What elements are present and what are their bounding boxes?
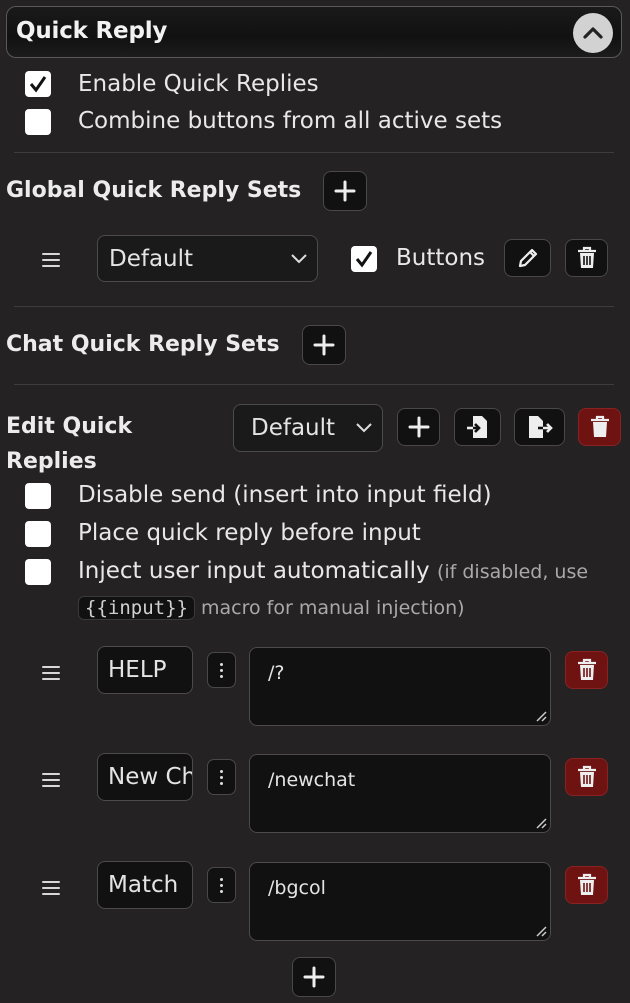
inject-hint-line2: {{input}} macro for manual injection): [78, 596, 465, 620]
plus-icon: [334, 180, 356, 202]
global-set-select[interactable]: Default: [97, 235, 318, 282]
combine-buttons-label: Combine buttons from all active sets: [78, 108, 503, 134]
delete-reply-button[interactable]: [565, 651, 608, 689]
panel-title: Quick Reply: [16, 18, 168, 44]
disable-send-checkbox[interactable]: [25, 483, 51, 509]
add-set-button[interactable]: [397, 408, 440, 446]
drag-handle-icon[interactable]: [42, 773, 60, 787]
divider: [14, 152, 614, 153]
file-export-icon: [528, 416, 553, 438]
add-chat-set-button[interactable]: [302, 325, 346, 365]
reply-options-button[interactable]: [207, 759, 236, 795]
delete-global-set-button[interactable]: [565, 239, 608, 277]
global-set-select-value: Default: [109, 245, 194, 272]
trash-icon: [590, 415, 609, 437]
edit-title-line1: Edit Quick: [6, 414, 133, 439]
edit-global-set-button[interactable]: [504, 239, 551, 277]
input-macro-badge: {{input}}: [78, 596, 195, 620]
reply-label-input[interactable]: Match: [97, 861, 193, 909]
file-import-icon: [466, 416, 487, 438]
chevron-down-icon: [291, 253, 307, 263]
global-set-buttons-label: Buttons: [396, 245, 486, 271]
plus-icon: [313, 334, 335, 356]
edit-set-select[interactable]: Default: [233, 404, 383, 452]
inject-input-checkbox[interactable]: [25, 559, 51, 585]
export-set-button[interactable]: [514, 408, 565, 446]
enable-quick-replies-label: Enable Quick Replies: [78, 71, 319, 97]
add-reply-button[interactable]: [292, 957, 336, 997]
global-set-buttons-checkbox[interactable]: [351, 246, 377, 272]
resize-handle-icon[interactable]: [535, 817, 547, 829]
add-global-set-button[interactable]: [323, 171, 367, 211]
divider: [14, 306, 614, 307]
plus-icon: [303, 966, 325, 988]
plus-icon: [408, 416, 429, 438]
combine-buttons-checkbox[interactable]: [25, 109, 51, 135]
reply-message-input[interactable]: /newchat: [249, 754, 551, 833]
trash-icon: [577, 765, 596, 787]
inject-hint-part2: macro for manual injection): [201, 597, 465, 619]
inject-input-label: Inject user input automatically (if disa…: [78, 558, 588, 584]
reply-options-button[interactable]: [207, 652, 236, 688]
reply-options-button[interactable]: [207, 867, 236, 903]
place-before-input-label: Place quick reply before input: [78, 520, 421, 546]
quick-reply-header[interactable]: Quick Reply: [6, 6, 622, 58]
inject-input-label-text: Inject user input automatically: [78, 558, 430, 584]
inject-hint-part1: (if disabled, use: [436, 561, 589, 583]
chevron-down-icon: [356, 423, 372, 433]
checkmark-icon: [355, 251, 373, 268]
chevron-up-icon: [583, 27, 603, 39]
drag-handle-icon[interactable]: [42, 253, 60, 267]
quick-reply-panel: Quick Reply Enable Quick Replies Combine…: [0, 0, 630, 1003]
drag-handle-icon[interactable]: [42, 666, 60, 680]
reply-message-input[interactable]: /bgcol: [249, 862, 551, 941]
delete-reply-button[interactable]: [565, 758, 608, 796]
resize-handle-icon[interactable]: [535, 925, 547, 937]
place-before-input-checkbox[interactable]: [25, 521, 51, 547]
delete-set-button[interactable]: [578, 408, 621, 446]
drag-handle-icon[interactable]: [42, 881, 60, 895]
chat-sets-title: Chat Quick Reply Sets: [6, 332, 280, 357]
trash-icon: [577, 658, 596, 680]
reply-message-input[interactable]: /?: [249, 647, 551, 726]
enable-quick-replies-checkbox[interactable]: [25, 71, 51, 97]
reply-message-text: /newchat: [268, 769, 356, 791]
trash-icon: [577, 873, 596, 895]
reply-message-text: /?: [268, 662, 285, 684]
reply-label-input[interactable]: HELP: [97, 646, 193, 694]
edit-set-select-value: Default: [251, 415, 336, 441]
reply-message-text: /bgcol: [268, 877, 326, 899]
reply-label-input[interactable]: New Chat: [97, 753, 193, 801]
resize-handle-icon[interactable]: [535, 710, 547, 722]
disable-send-label: Disable send (insert into input field): [78, 482, 492, 508]
delete-reply-button[interactable]: [565, 866, 608, 904]
edit-title-line2: Replies: [6, 449, 97, 474]
pencil-icon: [518, 248, 537, 268]
trash-icon: [577, 246, 596, 268]
checkmark-icon: [29, 76, 47, 93]
divider: [14, 384, 614, 385]
collapse-button[interactable]: [573, 13, 613, 53]
global-sets-title: Global Quick Reply Sets: [6, 178, 302, 203]
import-set-button[interactable]: [454, 408, 501, 446]
